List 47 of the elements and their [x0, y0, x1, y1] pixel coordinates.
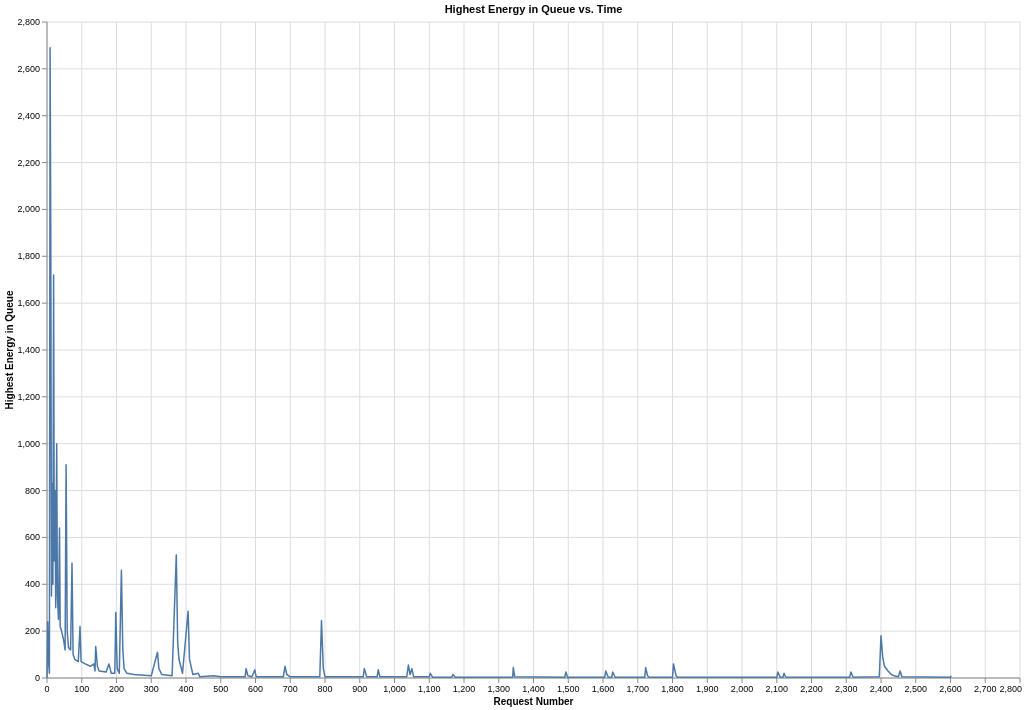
y-tick-label: 2,000 — [17, 204, 40, 215]
y-tick-label: 800 — [24, 485, 40, 496]
x-tick-label: 2,500 — [904, 684, 927, 694]
x-tick-label: 1,400 — [522, 684, 545, 694]
x-tick-label: 1,600 — [591, 684, 615, 694]
x-tick-label: 400 — [178, 684, 194, 694]
x-tick-label: 2,100 — [765, 684, 788, 694]
x-tick-label: 200 — [109, 684, 124, 694]
x-tick-label: 2,200 — [800, 684, 823, 694]
x-tick-label: 500 — [213, 684, 229, 694]
x-axis-title: Request Number — [493, 696, 574, 707]
y-axis-title: Highest Energy in Queue — [4, 290, 15, 410]
x-tick-label: 1,000 — [383, 684, 406, 694]
x-tick-label: 1,300 — [487, 684, 510, 694]
y-tick-label: 2,400 — [17, 110, 40, 121]
x-tick-label: 600 — [248, 684, 263, 694]
y-tick-label: 1,800 — [17, 251, 40, 262]
x-tick-label: 700 — [282, 684, 298, 694]
x-tick-label: 2,000 — [730, 684, 754, 694]
y-tick-label: 600 — [24, 532, 40, 543]
chart-title: Highest Energy in Queue vs. Time — [444, 3, 623, 15]
x-tick-label: 300 — [143, 684, 159, 694]
y-tick-label: 1,000 — [17, 438, 40, 449]
y-tick-label: 2,200 — [17, 157, 40, 168]
x-tick-label: 2,300 — [835, 684, 858, 694]
y-tick-label: 200 — [24, 626, 40, 637]
x-tick-label: 1,700 — [626, 684, 649, 694]
y-tick-label: 2,600 — [17, 63, 40, 74]
x-tick-label: 2,700 — [974, 684, 997, 694]
x-tick-label: 1,500 — [557, 684, 580, 694]
x-tick-label: 800 — [317, 684, 333, 694]
x-tick-label: 1,900 — [696, 684, 719, 694]
y-tick-label: 1,600 — [17, 298, 40, 309]
y-tick-label: 1,400 — [17, 345, 40, 355]
y-tick-label: 2,800 — [17, 17, 40, 27]
x-tick-label: 1,800 — [661, 684, 684, 694]
x-tick-label: 2,400 — [869, 684, 893, 694]
y-tick-label: 1,200 — [17, 391, 40, 402]
y-tick-label: 0 — [35, 673, 40, 683]
x-tick-label: 0 — [44, 684, 50, 694]
x-tick-label: 900 — [352, 684, 368, 694]
x-tick-label: 2,800 — [999, 684, 1022, 694]
y-tick-label: 400 — [24, 579, 40, 590]
x-tick-label: 2,600 — [939, 684, 962, 694]
x-tick-label: 1,100 — [418, 684, 441, 694]
x-tick-label: 100 — [74, 684, 90, 694]
x-tick-label: 1,200 — [452, 684, 476, 694]
